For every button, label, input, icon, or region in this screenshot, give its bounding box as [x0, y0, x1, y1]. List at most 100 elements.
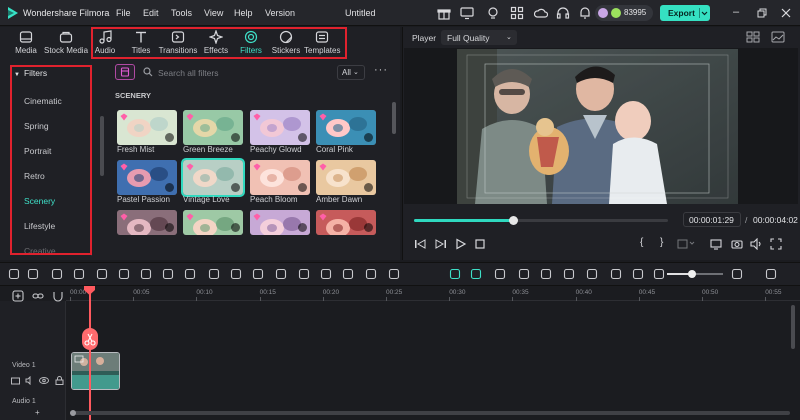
filter-thumbnail[interactable] [316, 210, 376, 235]
filter-thumbnail[interactable] [316, 110, 376, 145]
tab-templates[interactable]: Templates [304, 27, 340, 61]
color-icon[interactable] [252, 268, 264, 280]
sidebar-item-portrait[interactable]: Portrait [24, 146, 51, 156]
undo-icon[interactable] [51, 268, 63, 280]
sidebar-scrollbar[interactable] [100, 116, 104, 176]
ai-auto-icon[interactable] [449, 268, 461, 280]
menu-version[interactable]: Version [265, 8, 295, 18]
folder-icon[interactable] [11, 376, 20, 385]
cut-icon[interactable] [118, 268, 130, 280]
filter-thumbnail[interactable] [183, 110, 243, 145]
filter-thumbnail[interactable] [181, 158, 245, 197]
bell-icon[interactable] [578, 6, 592, 20]
download-icon[interactable] [165, 223, 174, 232]
mark-out-icon[interactable]: } [660, 237, 663, 248]
timeline-vertical-scrollbar[interactable] [791, 305, 795, 349]
menu-help[interactable]: Help [234, 8, 253, 18]
download-icon[interactable] [231, 183, 240, 192]
gift-icon[interactable] [437, 6, 451, 20]
sidebar-item-spring[interactable]: Spring [24, 121, 49, 131]
sidebar-item-scenery[interactable]: Scenery [24, 196, 55, 206]
menu-tools[interactable]: Tools [171, 8, 192, 18]
crop-zoom-icon[interactable] [184, 268, 196, 280]
previous-frame-icon[interactable] [414, 238, 426, 250]
next-frame-icon[interactable] [435, 238, 447, 250]
filter-thumbnail[interactable] [316, 160, 376, 195]
audio-edit-icon[interactable] [275, 268, 287, 280]
sidebar-item-creative[interactable]: Creative [24, 246, 56, 256]
download-icon[interactable] [364, 223, 373, 232]
playback-scrubber-handle[interactable] [508, 216, 518, 225]
track-audio-icon[interactable] [25, 376, 34, 385]
add-track-icon[interactable] [12, 290, 24, 302]
storyboard-icon[interactable] [586, 268, 598, 280]
select-arrow-icon[interactable] [27, 268, 39, 280]
tab-media[interactable]: Media [6, 27, 46, 61]
timeline-ruler[interactable] [66, 287, 800, 301]
zoom-slider-handle[interactable] [688, 270, 696, 278]
snapshot-image-icon[interactable] [771, 31, 785, 43]
volume-icon[interactable] [750, 238, 762, 250]
tab-stock-media[interactable]: Stock Media [44, 27, 88, 61]
delete-icon[interactable] [96, 268, 108, 280]
filter-thumbnail[interactable] [250, 160, 310, 195]
speed-icon[interactable] [208, 268, 220, 280]
search-input[interactable]: Search all filters [158, 68, 218, 78]
pip-alt-icon[interactable] [632, 268, 644, 280]
chevron-down-icon[interactable] [699, 8, 708, 18]
timeline-scroll-handle[interactable] [70, 410, 76, 416]
add-audio-track-icon[interactable]: + [35, 408, 40, 417]
stop-icon[interactable] [475, 239, 485, 249]
pip-icon[interactable] [610, 268, 622, 280]
download-icon[interactable] [165, 133, 174, 142]
zoom-out-icon[interactable] [653, 268, 665, 280]
record-icon[interactable] [518, 268, 530, 280]
crop-icon[interactable] [140, 268, 152, 280]
lock-icon[interactable] [55, 376, 64, 385]
tab-filters[interactable]: Filters [236, 27, 266, 61]
tab-audio[interactable]: Audio [92, 27, 118, 61]
restore-icon[interactable] [757, 8, 767, 18]
download-icon[interactable] [298, 133, 307, 142]
grid-view-icon[interactable] [746, 31, 760, 43]
filter-thumbnail[interactable] [117, 110, 177, 145]
filter-thumbnail[interactable] [183, 210, 243, 235]
sidebar-item-cinematic[interactable]: Cinematic [24, 96, 62, 106]
rotate-icon[interactable] [230, 268, 242, 280]
minimize-icon[interactable]: – [733, 6, 739, 18]
grid-apps-icon[interactable] [510, 6, 524, 20]
menu-file[interactable]: File [116, 8, 131, 18]
playhead-marker-icon[interactable] [84, 286, 95, 295]
stabilize-icon[interactable] [342, 268, 354, 280]
quality-dropdown[interactable]: Full Quality ⌄ [441, 30, 517, 45]
timer-icon[interactable] [320, 268, 332, 280]
download-icon[interactable] [298, 183, 307, 192]
tab-stickers[interactable]: Stickers [270, 27, 302, 61]
download-icon[interactable] [364, 133, 373, 142]
snap-icon[interactable] [470, 268, 482, 280]
favorite-filter-button[interactable] [115, 64, 135, 80]
lightbulb-icon[interactable] [486, 6, 500, 20]
sticker-tool-icon[interactable] [494, 268, 506, 280]
export-button[interactable]: Export [660, 5, 710, 21]
adjust-icon[interactable] [388, 268, 400, 280]
play-icon[interactable] [455, 238, 467, 250]
filter-thumbnail[interactable] [250, 110, 310, 145]
zoom-in-icon[interactable] [731, 268, 743, 280]
render-preview-icon[interactable] [677, 238, 697, 250]
headset-support-icon[interactable] [556, 6, 570, 20]
mark-in-icon[interactable]: { [640, 237, 643, 248]
filter-thumbnail[interactable] [117, 160, 177, 195]
keyframe-icon[interactable] [365, 268, 377, 280]
video-preview[interactable] [457, 49, 738, 204]
text-icon[interactable] [162, 268, 174, 280]
sidebar-header[interactable]: ▼ Filters [14, 68, 47, 78]
library-scrollbar[interactable] [392, 102, 396, 134]
monitor-icon[interactable] [460, 6, 474, 20]
playhead-line[interactable] [89, 287, 91, 420]
menu-edit[interactable]: Edit [143, 8, 159, 18]
shield-icon[interactable] [540, 268, 552, 280]
tab-effects[interactable]: Effects [202, 27, 230, 61]
more-options-icon[interactable]: ··· [374, 64, 388, 76]
more-grid-icon[interactable] [765, 268, 777, 280]
